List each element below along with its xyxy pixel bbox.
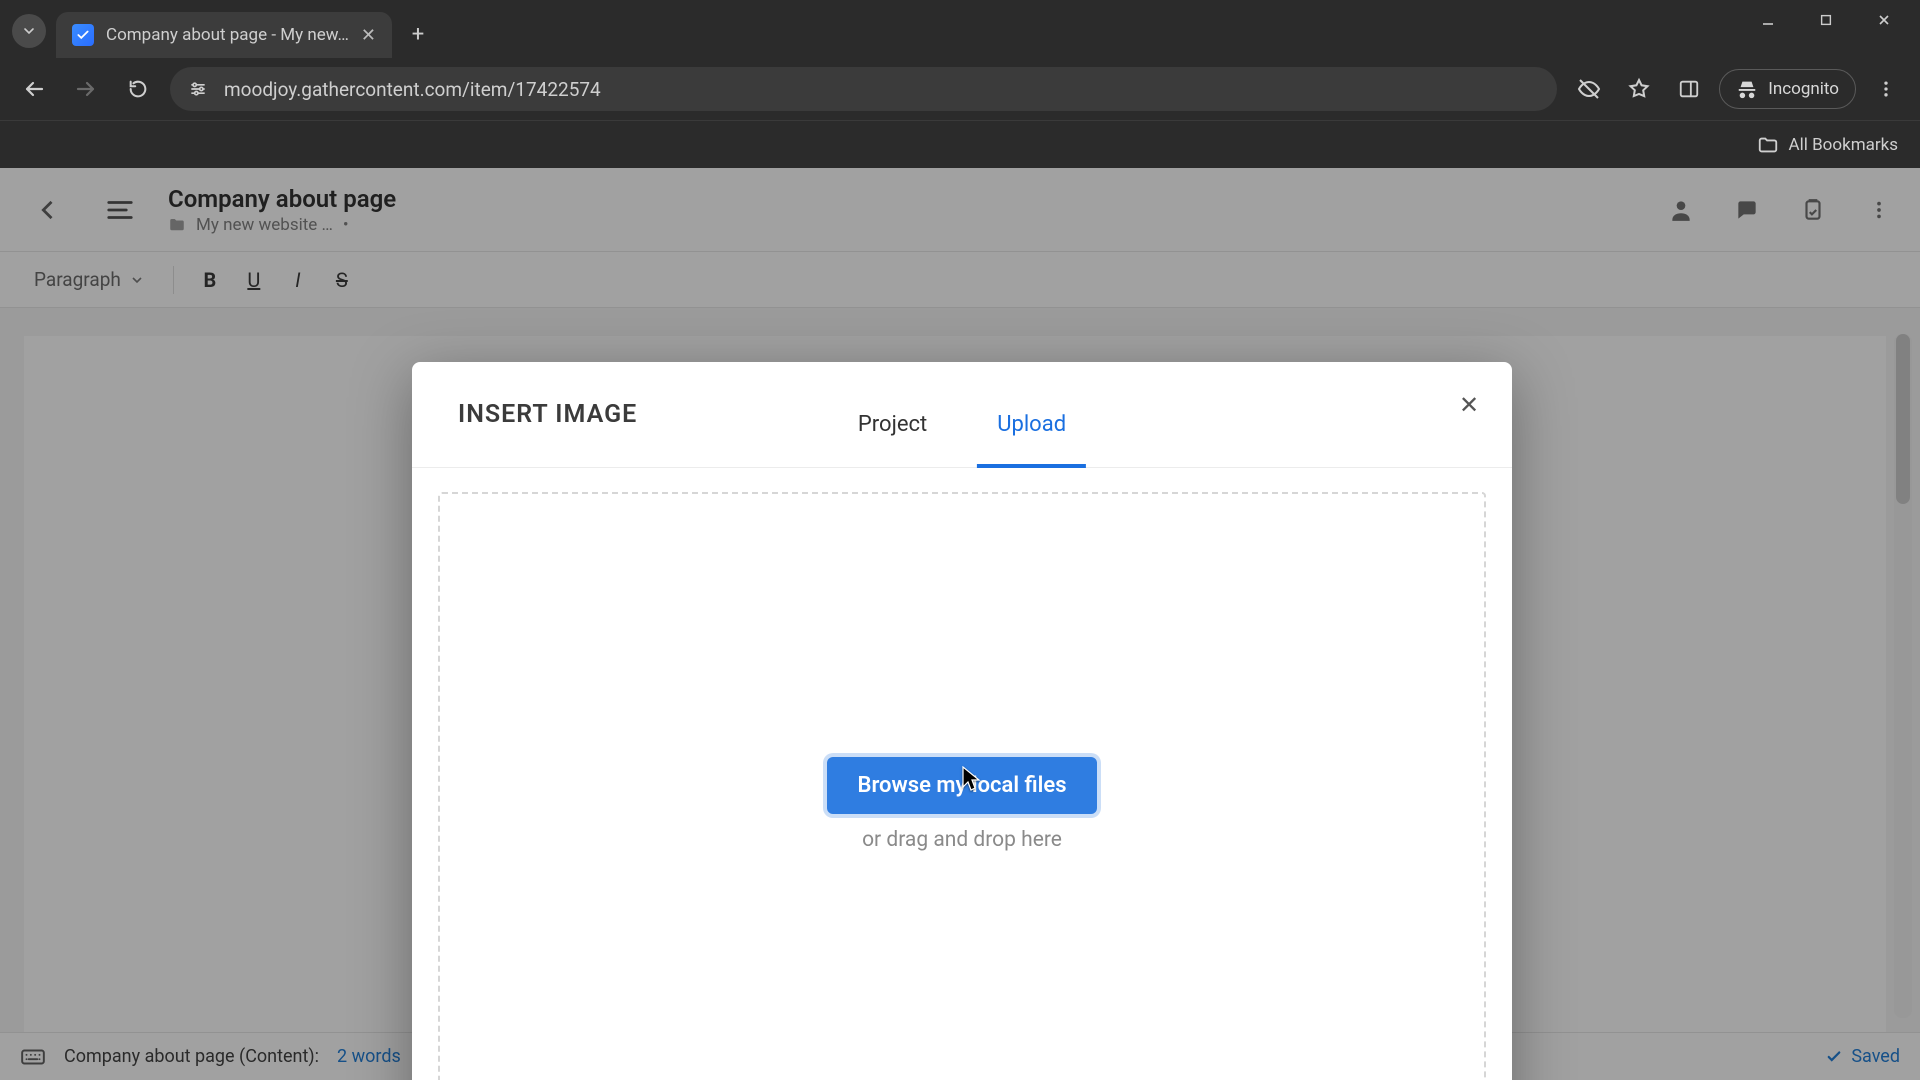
tab-upload[interactable]: Upload — [985, 386, 1078, 467]
bookmarks-bar: All Bookmarks — [0, 120, 1920, 168]
tracking-protection-icon[interactable] — [1569, 69, 1609, 109]
modal-header: INSERT IMAGE Project Upload ✕ — [412, 362, 1512, 468]
nav-forward-button[interactable] — [66, 69, 106, 109]
tab-project[interactable]: Project — [846, 386, 939, 467]
upload-dropzone[interactable]: Browse my local files or drag and drop h… — [438, 492, 1486, 1080]
incognito-indicator[interactable]: Incognito — [1719, 69, 1856, 109]
window-controls — [1740, 0, 1912, 40]
window-maximize-button[interactable] — [1798, 0, 1854, 40]
side-panel-icon[interactable] — [1669, 69, 1709, 109]
url-text: moodjoy.gathercontent.com/item/17422574 — [224, 78, 601, 101]
window-close-button[interactable] — [1856, 0, 1912, 40]
site-settings-icon[interactable] — [188, 79, 208, 99]
all-bookmarks-button[interactable]: All Bookmarks — [1757, 134, 1898, 156]
bookmark-star-icon[interactable] — [1619, 69, 1659, 109]
app-viewport: Company about page My new website … • — [0, 168, 1920, 1080]
browse-files-button[interactable]: Browse my local files — [827, 757, 1096, 814]
nav-reload-button[interactable] — [118, 69, 158, 109]
modal-body: Browse my local files or drag and drop h… — [412, 468, 1512, 1080]
window-minimize-button[interactable] — [1740, 0, 1796, 40]
all-bookmarks-label: All Bookmarks — [1789, 135, 1898, 155]
nav-back-button[interactable] — [14, 69, 54, 109]
browser-tab-title: Company about page - My new… — [106, 25, 349, 45]
browser-tab-active[interactable]: Company about page - My new… ✕ — [56, 12, 392, 58]
browser-window: Company about page - My new… ✕ + moodjoy… — [0, 0, 1920, 1080]
tab-close-icon[interactable]: ✕ — [361, 25, 376, 46]
dropzone-hint: or drag and drop here — [862, 828, 1062, 852]
insert-image-modal: INSERT IMAGE Project Upload ✕ Browse my … — [412, 362, 1512, 1080]
new-tab-button[interactable]: + — [400, 16, 436, 52]
incognito-label: Incognito — [1768, 79, 1839, 99]
modal-close-button[interactable]: ✕ — [1452, 388, 1486, 422]
favicon-icon — [72, 24, 94, 46]
browser-menu-icon[interactable] — [1866, 69, 1906, 109]
url-field[interactable]: moodjoy.gathercontent.com/item/17422574 — [170, 67, 1557, 111]
browser-address-bar: moodjoy.gathercontent.com/item/17422574 … — [0, 58, 1920, 120]
modal-tabs: Project Upload — [846, 386, 1078, 467]
browser-tab-strip: Company about page - My new… ✕ + — [0, 0, 1920, 58]
tab-search-button[interactable] — [12, 14, 46, 48]
modal-title: INSERT IMAGE — [458, 400, 637, 429]
